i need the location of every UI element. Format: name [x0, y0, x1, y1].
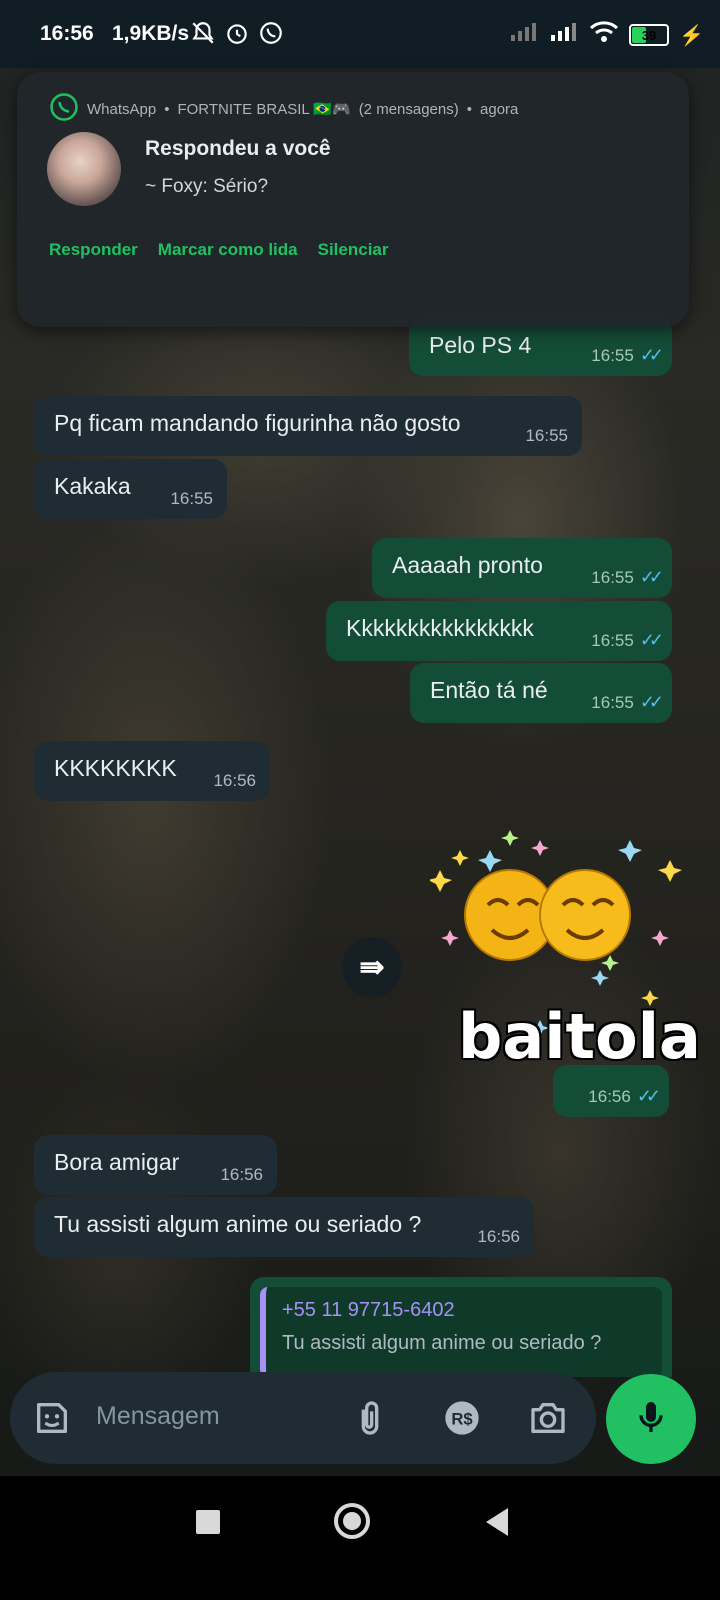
message-text: Kakaka [54, 473, 131, 499]
signal-icon [509, 21, 539, 49]
message-bubble[interactable]: KKKKKKKK 16:56 [34, 741, 270, 801]
double-check-icon: ✓✓ [639, 345, 664, 365]
message-time: 16:56 [477, 1227, 520, 1246]
message-time: 16:55 [525, 426, 568, 445]
status-time: 16:56 [40, 22, 94, 45]
sticker-meta-bubble: 16:56 ✓✓ [553, 1065, 669, 1117]
message-bubble[interactable]: Kakaka 16:55 [34, 459, 227, 519]
message-input[interactable]: Mensagem [96, 1402, 220, 1431]
message-text: Aaaaah pronto [392, 552, 543, 578]
message-time: 16:55 [591, 692, 634, 712]
charging-icon: ⚡ [679, 24, 704, 47]
double-check-icon: ✓✓ [636, 1086, 661, 1106]
notification-header: WhatsApp • FORTNITE BRASIL 🇧🇷🎮 (2 mensag… [49, 92, 518, 126]
message-input-bar: Mensagem R$ [10, 1372, 596, 1464]
message-bubble[interactable]: Pq ficam mandando figurinha não gosto 16… [34, 396, 582, 456]
quoted-text: Tu assisti algum anime ou seriado ? [282, 1332, 602, 1354]
wifi-icon [589, 20, 619, 50]
message-text: Pelo PS 4 [429, 332, 532, 358]
signal-icon [549, 21, 579, 49]
message-bubble[interactable]: Tu assisti algum anime ou seriado ? 16:5… [34, 1197, 534, 1257]
back-button[interactable] [486, 1508, 508, 1536]
message-text: Bora amigar [54, 1149, 180, 1175]
notification-card[interactable]: WhatsApp • FORTNITE BRASIL 🇧🇷🎮 (2 mensag… [17, 72, 689, 327]
message-meta: 16:55 [170, 489, 213, 509]
message-bubble[interactable]: Então tá né 16:55 ✓✓ [410, 663, 672, 723]
message-time: 16:56 [588, 1086, 631, 1106]
double-check-icon: ✓✓ [639, 692, 664, 712]
recents-button[interactable] [196, 1510, 220, 1534]
battery-level: 39 [641, 27, 657, 43]
notification-group: FORTNITE BRASIL 🇧🇷🎮 [177, 101, 351, 118]
forward-icon: ⇛ [359, 950, 385, 984]
notification-app: WhatsApp [87, 100, 157, 118]
message-time: 16:55 [591, 630, 634, 650]
forward-button[interactable]: ⇛ [342, 937, 402, 997]
message-meta: 16:55 ✓✓ [591, 567, 664, 588]
reply-message-bubble[interactable]: +55 11 97715-6402 Tu assisti algum anime… [250, 1277, 672, 1377]
double-check-icon: ✓✓ [639, 567, 664, 587]
sticker-icon[interactable] [30, 1396, 74, 1440]
status-bar: 16:56 1,9KB/s 39 ⚡ [0, 0, 720, 68]
payment-icon[interactable]: R$ [440, 1396, 484, 1440]
alarm-icon [224, 20, 250, 52]
quoted-message[interactable]: +55 11 97715-6402 Tu assisti algum anime… [260, 1287, 662, 1377]
reply-button[interactable]: Responder [49, 240, 138, 260]
whatsapp-icon [49, 92, 79, 126]
message-meta: 16:55 ✓✓ [591, 630, 664, 651]
camera-icon[interactable] [526, 1396, 570, 1440]
message-meta: 16:56 [213, 771, 256, 791]
sticker-caption: baitola [458, 1000, 701, 1073]
message-text: Então tá né [430, 677, 548, 703]
message-time: 16:55 [170, 489, 213, 508]
message-time: 16:55 [591, 567, 634, 587]
whatsapp-icon [258, 20, 284, 52]
mark-as-read-button[interactable]: Marcar como lida [158, 240, 298, 260]
message-bubble[interactable]: Aaaaah pronto 16:55 ✓✓ [372, 538, 672, 598]
message-meta: 16:55 ✓✓ [591, 345, 664, 366]
svg-text:R$: R$ [451, 1410, 473, 1429]
microphone-icon [631, 1397, 671, 1442]
notification-count: (2 mensagens) [358, 100, 459, 118]
message-text: Tu assisti algum anime ou seriado ? [54, 1211, 422, 1237]
voice-record-button[interactable] [606, 1374, 696, 1464]
message-time: 16:55 [591, 345, 634, 365]
notification-title: Respondeu a você [145, 137, 331, 160]
notification-actions: Responder Marcar como lida Silenciar [49, 240, 389, 260]
network-speed: 1,9KB/s [112, 22, 190, 45]
message-text: Kkkkkkkkkkkkkkkk [346, 615, 534, 641]
message-bubble[interactable]: Bora amigar 16:56 [34, 1135, 277, 1195]
message-text: KKKKKKKK [54, 755, 177, 781]
attach-icon[interactable] [348, 1396, 392, 1440]
muted-bell-icon [190, 20, 216, 52]
battery-icon: 39 [629, 24, 670, 46]
message-meta: 16:56 ✓✓ [588, 1086, 661, 1107]
message-bubble[interactable]: Kkkkkkkkkkkkkkkk 16:55 ✓✓ [326, 601, 672, 661]
quoted-author: +55 11 97715-6402 [282, 1299, 455, 1321]
home-button[interactable] [334, 1503, 370, 1539]
message-text: Pq ficam mandando figurinha não gosto [54, 410, 461, 436]
notification-time: agora [480, 100, 519, 118]
navigation-bar [0, 1476, 720, 1600]
message-meta: 16:56 [477, 1227, 520, 1247]
message-time: 16:56 [213, 771, 256, 790]
message-meta: 16:55 ✓✓ [591, 692, 664, 713]
double-check-icon: ✓✓ [639, 630, 664, 650]
message-meta: 16:55 [525, 426, 568, 446]
avatar [47, 132, 121, 206]
notification-text: ~ Foxy: Sério? [145, 176, 269, 197]
mute-button[interactable]: Silenciar [318, 240, 389, 260]
message-time: 16:56 [220, 1165, 263, 1184]
message-meta: 16:56 [220, 1165, 263, 1185]
